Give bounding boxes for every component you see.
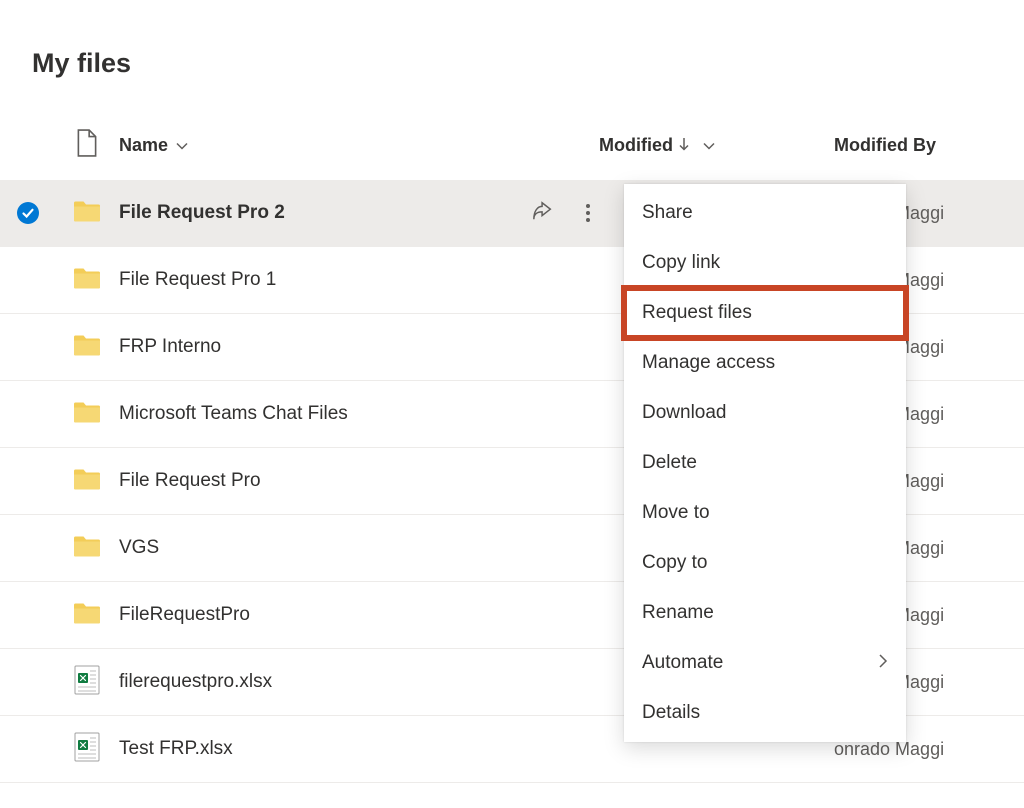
file-name[interactable]: FRP Interno <box>119 336 599 358</box>
menu-item-label: Request files <box>642 302 752 324</box>
menu-item-copy-to[interactable]: Copy to <box>624 538 906 588</box>
menu-item-label: Rename <box>642 602 714 624</box>
table-header: Name Modified Modified By <box>0 129 1024 180</box>
page-title: My files <box>0 0 1024 79</box>
folder-icon <box>55 266 119 295</box>
menu-item-label: Copy link <box>642 252 720 274</box>
excel-file-icon <box>55 665 119 700</box>
col-icon-header <box>55 129 119 162</box>
check-icon <box>17 202 39 224</box>
folder-icon <box>55 534 119 563</box>
modifiedby-column-label: Modified By <box>834 135 936 156</box>
file-name-text: Microsoft Teams Chat Files <box>119 403 348 425</box>
file-name-text: Test FRP.xlsx <box>119 738 233 760</box>
chevron-down-icon <box>176 139 188 153</box>
name-column-header[interactable]: Name <box>119 135 599 156</box>
menu-item-move-to[interactable]: Move to <box>624 488 906 538</box>
modifiedby-column-header[interactable]: Modified By <box>834 135 1024 156</box>
file-name-text: filerequestpro.xlsx <box>119 671 272 693</box>
folder-icon <box>55 400 119 429</box>
file-name-text: File Request Pro 1 <box>119 269 276 291</box>
excel-file-icon <box>55 732 119 767</box>
menu-item-share[interactable]: Share <box>624 188 906 238</box>
menu-item-details[interactable]: Details <box>624 688 906 738</box>
menu-item-request-files[interactable]: Request files <box>624 288 906 338</box>
menu-item-rename[interactable]: Rename <box>624 588 906 638</box>
menu-item-download[interactable]: Download <box>624 388 906 438</box>
file-name[interactable]: File Request Pro 1 <box>119 269 599 291</box>
menu-item-automate[interactable]: Automate <box>624 638 906 688</box>
menu-item-label: Details <box>642 702 700 724</box>
menu-item-label: Manage access <box>642 352 775 374</box>
file-name[interactable]: Test FRP.xlsx <box>119 738 599 760</box>
menu-item-label: Delete <box>642 452 697 474</box>
file-name[interactable]: VGS <box>119 537 599 559</box>
file-name-text: VGS <box>119 537 159 559</box>
chevron-down-icon <box>703 139 715 153</box>
modified-column-label: Modified <box>599 135 673 156</box>
folder-icon <box>55 199 119 228</box>
share-icon[interactable] <box>532 200 554 227</box>
file-name-text: FRP Interno <box>119 336 221 358</box>
modified-column-header[interactable]: Modified <box>599 135 834 156</box>
more-actions-icon[interactable] <box>582 200 594 226</box>
menu-item-label: Download <box>642 402 727 424</box>
folder-icon <box>55 333 119 362</box>
name-column-label: Name <box>119 135 168 156</box>
menu-item-label: Move to <box>642 502 710 524</box>
menu-item-delete[interactable]: Delete <box>624 438 906 488</box>
menu-item-copy-link[interactable]: Copy link <box>624 238 906 288</box>
file-name-text: FileRequestPro <box>119 604 250 626</box>
file-name[interactable]: filerequestpro.xlsx <box>119 671 599 693</box>
folder-icon <box>55 601 119 630</box>
file-name[interactable]: FileRequestPro <box>119 604 599 626</box>
file-name-text: File Request Pro <box>119 470 261 492</box>
menu-item-label: Share <box>642 202 693 224</box>
menu-item-label: Copy to <box>642 552 707 574</box>
context-menu: Share Copy link Request files Manage access… <box>624 184 906 742</box>
row-actions <box>532 200 594 227</box>
row-checkbox[interactable] <box>0 202 55 224</box>
menu-item-manage-access[interactable]: Manage access <box>624 338 906 388</box>
menu-item-label: Automate <box>642 652 723 674</box>
file-name-text: File Request Pro 2 <box>119 202 285 224</box>
arrow-down-icon <box>679 137 689 154</box>
chevron-right-icon <box>878 653 888 674</box>
folder-icon <box>55 467 119 496</box>
file-outline-icon <box>76 129 98 162</box>
file-name[interactable]: File Request Pro 2 <box>119 202 599 224</box>
file-name[interactable]: Microsoft Teams Chat Files <box>119 403 599 425</box>
file-name[interactable]: File Request Pro <box>119 470 599 492</box>
